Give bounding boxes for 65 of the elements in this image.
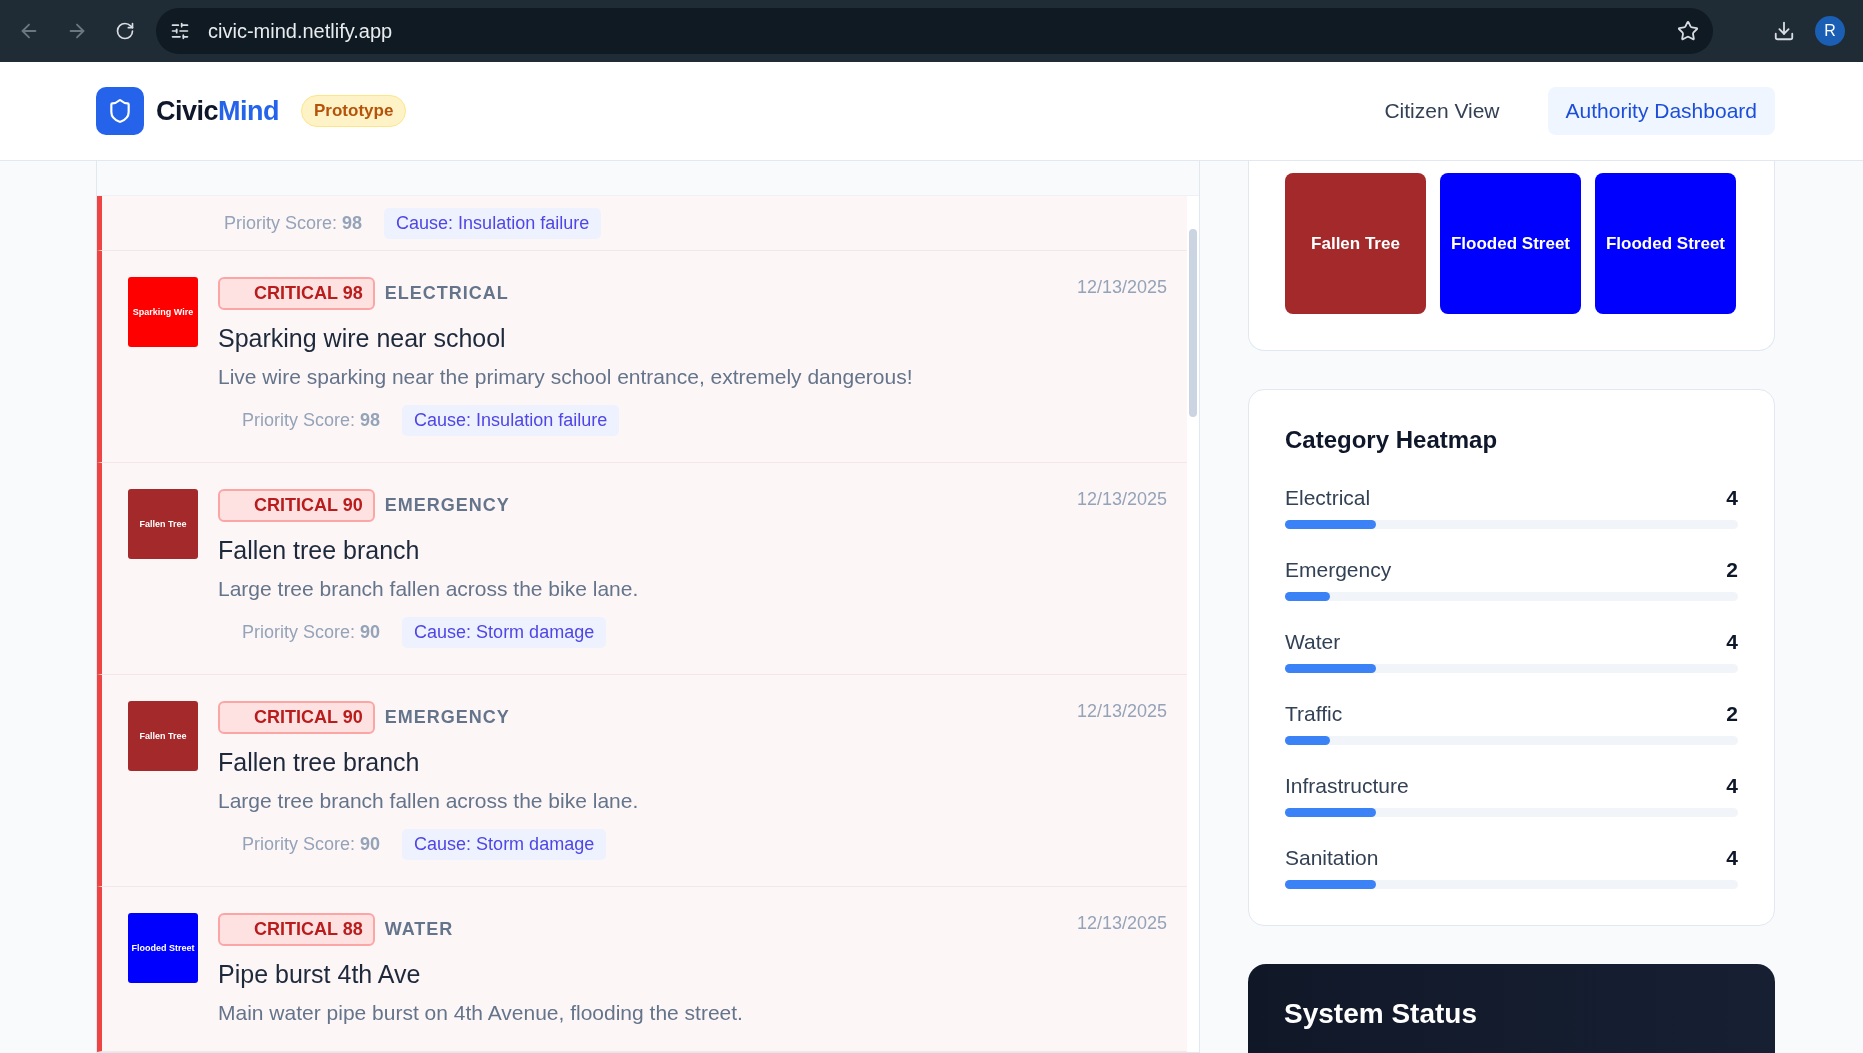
report-title: Pipe burst 4th Ave <box>218 960 422 989</box>
shield-logo-icon <box>96 87 144 135</box>
category-name: Electrical <box>1285 486 1371 510</box>
system-status-title: System Status <box>1284 998 1478 1030</box>
gallery-thumbnail[interactable]: Flooded Street <box>1440 173 1581 314</box>
priority-badge: CRITICAL 90 <box>218 701 375 734</box>
priority-badge: CRITICAL 88 <box>218 913 375 946</box>
category-label: EMERGENCY <box>384 495 510 516</box>
report-date: 12/13/2025 <box>1076 489 1167 510</box>
prototype-badge: Prototype <box>301 95 407 127</box>
url-text: civic-mind.netlify.app <box>208 19 394 43</box>
report-card[interactable]: Sparking Wire CRITICAL 98 ELECTRICAL 12/13/2025 Sparking wire near school Live wire sparking near the primary school entrance, extremely dangerous! Priority Score: 98 Cause: Insulation failure <box>97 251 1187 463</box>
star-icon[interactable] <box>1677 20 1699 42</box>
priority-score: Priority Score: 98 <box>242 410 381 431</box>
report-thumbnail: Fallen Tree <box>128 489 198 559</box>
brand-name: CivicMind <box>156 95 280 127</box>
category-name: Infrastructure <box>1285 774 1409 798</box>
category-name: Emergency <box>1285 558 1392 582</box>
address-bar[interactable]: civic-mind.netlify.app <box>156 8 1713 54</box>
gallery-thumbnail[interactable]: Flooded Street <box>1595 173 1736 314</box>
report-description: Large tree branch fallen across the bike lane. <box>218 789 640 813</box>
heatmap-title: Category Heatmap <box>1285 426 1499 454</box>
profile-avatar[interactable]: R <box>1815 16 1845 46</box>
report-date: 12/13/2025 <box>1076 701 1167 722</box>
priority-badge: CRITICAL 98 <box>218 277 375 310</box>
category-name: Sanitation <box>1285 846 1379 870</box>
category-name: Water <box>1285 630 1341 654</box>
report-thumbnail: Sparking Wire <box>128 277 198 347</box>
priority-score: Priority Score: 98 <box>224 212 363 234</box>
category-count: 2 <box>1726 702 1738 726</box>
report-card[interactable]: Flooded Street CRITICAL 88 WATER 12/13/2025 Pipe burst 4th Ave Main water pipe burst on 4th Avenue, flooding the street. <box>97 887 1187 1052</box>
cause-tag: Cause: Storm damage <box>402 829 607 860</box>
category-count: 4 <box>1726 486 1738 510</box>
report-date: 12/13/2025 <box>1076 277 1167 298</box>
category-count: 4 <box>1726 846 1738 870</box>
report-description: Live wire sparking near the primary school entrance, extremely dangerous! <box>218 365 914 389</box>
report-description: Main water pipe burst on 4th Avenue, flooding the street. <box>218 1001 744 1025</box>
cause-tag: Cause: Insulation failure <box>402 405 620 436</box>
gallery-thumbnail[interactable]: Fallen Tree <box>1285 173 1426 314</box>
category-label: ELECTRICAL <box>384 283 509 304</box>
report-date: 12/13/2025 <box>1076 913 1167 934</box>
scrollbar-thumb[interactable] <box>1189 229 1197 417</box>
report-card[interactable]: Fallen Tree CRITICAL 90 EMERGENCY 12/13/2025 Fallen tree branch Large tree branch fallen across the bike lane. Priority Score: 90 Cause: Storm damage <box>97 463 1187 675</box>
report-thumbnail: Fallen Tree <box>128 701 198 771</box>
site-settings-icon[interactable] <box>170 21 190 41</box>
report-title: Fallen tree branch <box>218 748 421 777</box>
report-thumbnail: Flooded Street <box>128 913 198 983</box>
priority-score: Priority Score: 90 <box>242 622 381 643</box>
report-title: Sparking wire near school <box>218 324 507 353</box>
nav-tab[interactable]: Citizen View <box>1366 87 1518 135</box>
category-name: Traffic <box>1285 702 1343 726</box>
priority-badge: CRITICAL 90 <box>218 489 375 522</box>
category-count: 2 <box>1726 558 1738 582</box>
report-description: Large tree branch fallen across the bike lane. <box>218 577 640 601</box>
nav-tab[interactable]: Authority Dashboard <box>1547 87 1775 135</box>
category-label: WATER <box>384 919 454 940</box>
report-title: Fallen tree branch <box>218 536 421 565</box>
cause-tag: Cause: Storm damage <box>402 617 607 648</box>
priority-score: Priority Score: 90 <box>242 834 381 855</box>
category-count: 4 <box>1726 774 1738 798</box>
category-label: EMERGENCY <box>384 707 510 728</box>
report-card[interactable]: Priority Score: 98 Cause: Insulation failure <box>97 196 1187 251</box>
category-count: 4 <box>1726 630 1738 654</box>
report-card[interactable]: Fallen Tree CRITICAL 90 EMERGENCY 12/13/2025 Fallen tree branch Large tree branch fallen across the bike lane. Priority Score: 90 Cause: Storm damage <box>97 675 1187 887</box>
cause-tag: Cause: Insulation failure <box>384 207 602 239</box>
